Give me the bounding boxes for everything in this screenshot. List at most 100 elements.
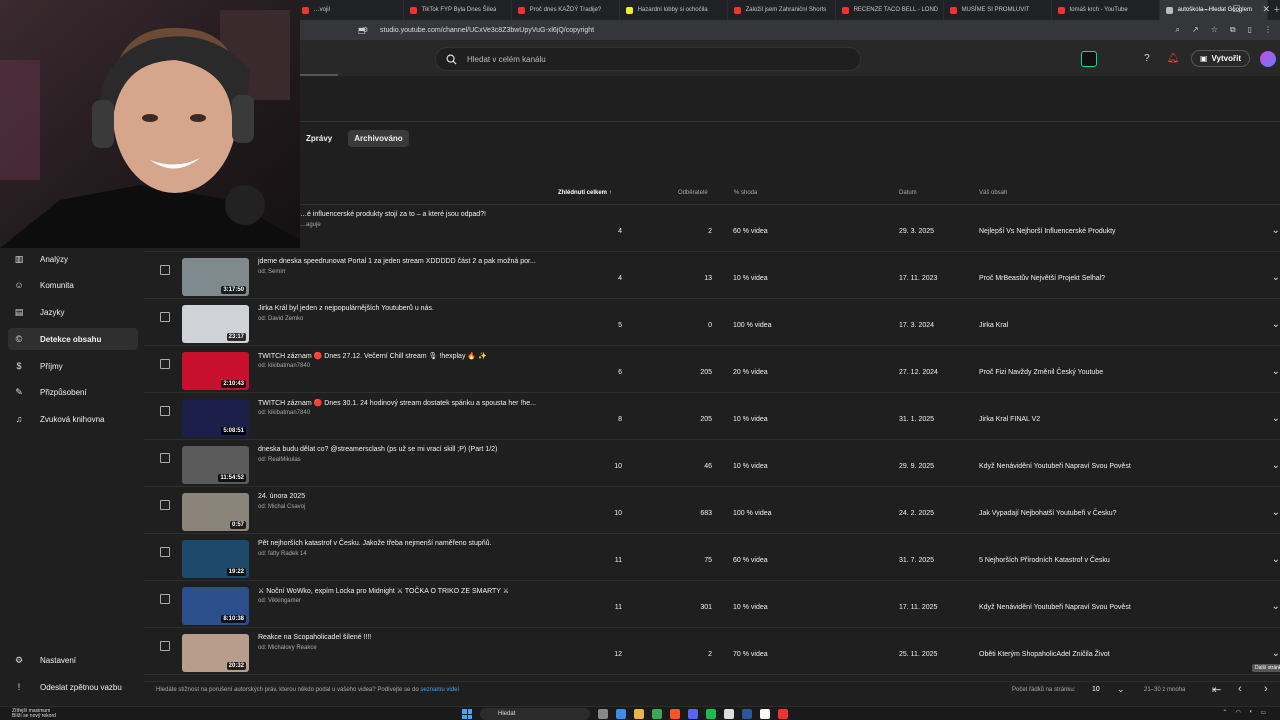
sidebar-item-customization[interactable]: ✎ Přizpůsobení [8, 381, 138, 403]
video-title[interactable]: jdeme dneska speedrunovat Portal 1 za je… [258, 258, 536, 265]
table-row[interactable]: 11:54:52 dneska budu dělat co? @streamers… [144, 440, 1280, 487]
video-title[interactable]: TWITCH záznam 🔴 Dnes 27.12. Večerní Chil… [258, 352, 487, 360]
table-row[interactable]: 23:17 Jirka Král byl jeden z nejpopulárně… [144, 299, 1280, 346]
notion-icon[interactable] [760, 709, 770, 719]
expand-chevron-icon[interactable]: ⌄ [1272, 648, 1280, 659]
expand-chevron-icon[interactable]: ⌄ [1272, 460, 1280, 471]
next-page-icon[interactable]: › [1264, 683, 1268, 695]
spotify-icon[interactable] [706, 709, 716, 719]
close-icon[interactable]: ✕ [1262, 4, 1270, 15]
browser-tab[interactable]: …vojil [296, 0, 404, 20]
file-explorer-icon[interactable] [634, 709, 644, 719]
browser-tab[interactable]: tomáš krch - YouTube [1052, 0, 1160, 20]
app-icon[interactable] [724, 709, 734, 719]
content-cell[interactable]: Jak Vypadají Nejbohatší Youtubeři v Česk… [979, 510, 1117, 517]
sidebar-item-audio-library[interactable]: ♫ Zvuková knihovna [8, 408, 138, 430]
sidebar-item-settings[interactable]: ⚙ Nastavení [8, 649, 138, 671]
sidebar-item-feedback[interactable]: ! Odeslat zpětnou vazbu [8, 676, 138, 698]
windows-start-icon[interactable] [462, 709, 472, 719]
video-thumbnail[interactable]: 2:10:43 [182, 352, 249, 390]
video-title[interactable]: Jirka Král byl jeden z nejpopulárnějších… [258, 305, 434, 312]
new-tab-button[interactable]: + [1274, 4, 1280, 16]
taskbar-search[interactable]: Hledat [480, 708, 590, 720]
sidebar-item-community[interactable]: ☺ Komunita [8, 274, 138, 296]
expand-chevron-icon[interactable]: ⌄ [1272, 413, 1280, 424]
store-icon[interactable] [652, 709, 662, 719]
table-row[interactable]: 20:32 Reakce na Scopaholicadel šílené !!!… [144, 628, 1280, 675]
video-thumbnail[interactable]: 5:08:51 [182, 399, 249, 437]
tray-chevron-icon[interactable]: ⌃ [1222, 709, 1227, 716]
expand-chevron-icon[interactable]: ⌄ [1272, 366, 1280, 377]
widgets-icon[interactable] [616, 709, 626, 719]
expand-chevron-icon[interactable]: ⌄ [1272, 272, 1280, 283]
video-thumbnail[interactable]: 3:17:50 [182, 258, 249, 296]
video-title[interactable]: 24. února 2025 [258, 493, 305, 500]
star-icon[interactable]: ☆ [1211, 25, 1218, 35]
content-cell[interactable]: Jirka Kral FINAL V2 [979, 416, 1040, 423]
content-cell[interactable]: Když Nenávidění Youtubeři Napraví Svou P… [979, 604, 1131, 611]
browser-tab[interactable]: MUSÍME SI PROMLUVIT [944, 0, 1052, 20]
wifi-icon[interactable]: ◠ [1235, 709, 1240, 716]
row-checkbox[interactable] [160, 453, 170, 463]
create-button[interactable]: ▣ Vytvořit [1190, 50, 1250, 67]
expand-chevron-icon[interactable]: ⌄ [1272, 319, 1280, 330]
share-icon[interactable]: ↗ [1192, 25, 1199, 35]
volume-icon[interactable]: ◖ [1249, 709, 1253, 716]
row-checkbox[interactable] [160, 594, 170, 604]
content-cell[interactable]: Oběti Kterým ShopaholicAdel Zničila Živo… [979, 651, 1110, 658]
video-thumbnail[interactable]: 23:17 [182, 305, 249, 343]
menu-icon[interactable]: ⋮ [1264, 25, 1272, 35]
video-thumbnail[interactable]: 11:54:52 [182, 446, 249, 484]
table-row[interactable]: 2:10:43 TWITCH záznam 🔴 Dnes 27.12. Večer… [144, 346, 1280, 393]
row-checkbox[interactable] [160, 265, 170, 275]
zoom-icon[interactable]: ⌕ [1176, 25, 1180, 35]
first-page-icon[interactable]: ⇤ [1212, 683, 1221, 696]
browser-tab[interactable]: Proč dnes KAŽDÝ Tradije? [512, 0, 620, 20]
site-info-icon[interactable]: ⚙ [362, 26, 368, 34]
content-cell[interactable]: Proč Fizi Navždy Změnil Český Youtube [979, 369, 1103, 376]
content-cell[interactable]: 5 Nejhorších Přírodních Katastrof v Česk… [979, 557, 1110, 564]
sidebar-item-analytics[interactable]: ▥ Analýzy [8, 248, 138, 270]
table-row[interactable]: …é influencerské produkty stojí za to – … [144, 205, 1280, 252]
column-header-date[interactable]: Datum [899, 190, 917, 196]
expand-chevron-icon[interactable]: ⌄ [1272, 225, 1280, 236]
video-thumbnail[interactable]: 0:57 [182, 493, 249, 531]
video-title[interactable]: Pět nejhorších katastrof v Česku. Jakože… [258, 540, 491, 547]
table-row[interactable]: 5:08:51 TWITCH záznam 🔴 Dnes 30.1. 24 hod… [144, 393, 1280, 440]
content-cell[interactable]: Nejlepší Vs Nejhorší Influencerské Produ… [979, 228, 1116, 235]
search-input[interactable]: Hledat v celém kanálu [435, 47, 861, 71]
row-checkbox[interactable] [160, 641, 170, 651]
column-header-subs[interactable]: Odběratelé [678, 190, 708, 196]
content-cell[interactable]: Jirka Kral [979, 322, 1008, 329]
chip-archived[interactable]: Archivováno [348, 130, 409, 147]
browser-tab[interactable]: Založil jsem Zahraniční Shorts [728, 0, 836, 20]
video-thumbnail[interactable]: 20:32 [182, 634, 249, 672]
battery-icon[interactable]: ▭ [1260, 709, 1266, 716]
table-row[interactable]: 8:10:38 ⚔ Noční WoWko, expím Locka pro Mi… [144, 581, 1280, 628]
video-title[interactable]: ⚔ Noční WoWko, expím Locka pro Midnight … [258, 587, 509, 595]
browser-tab[interactable]: TikTok FYP Byla Dnes Šíleá [404, 0, 512, 20]
content-cell[interactable]: Proč MrBeastův Největší Projekt Selhal? [979, 275, 1105, 282]
recording-icon[interactable] [778, 709, 788, 719]
word-icon[interactable] [742, 709, 752, 719]
url-text[interactable]: studio.youtube.com/channel/UCxVe3c8Z3bwU… [380, 27, 594, 34]
video-thumbnail[interactable]: 8:10:38 [182, 587, 249, 625]
row-checkbox[interactable] [160, 406, 170, 416]
expand-chevron-icon[interactable]: ⌄ [1272, 554, 1280, 565]
sidebar-item-subtitles[interactable]: ▤ Jazyky [8, 301, 138, 323]
rows-per-page-select[interactable]: 10 [1092, 686, 1100, 693]
weather-widget[interactable]: Zítřejší maximum Blíží se nový rekord [12, 709, 56, 719]
table-row[interactable]: 0:57 24. února 2025 od: Michal Csavoj 10 683… [144, 487, 1280, 534]
expand-chevron-icon[interactable]: ⌄ [1272, 507, 1280, 518]
help-icon[interactable]: ? [1139, 51, 1155, 67]
video-title[interactable]: TWITCH záznam 🔴 Dnes 30.1. 24 hodinový s… [258, 399, 536, 407]
channel-logo-icon[interactable] [1080, 50, 1097, 67]
video-thumbnail[interactable]: 19:22 [182, 540, 249, 578]
task-view-icon[interactable] [598, 709, 608, 719]
expand-chevron-icon[interactable]: ⌄ [1272, 601, 1280, 612]
brave-icon[interactable] [670, 709, 680, 719]
maximize-icon[interactable]: ☐ [1232, 4, 1240, 15]
row-checkbox[interactable] [160, 312, 170, 322]
table-row[interactable]: 19:22 Pět nejhorších katastrof v Česku. J… [144, 534, 1280, 581]
column-header-match[interactable]: % shoda [734, 190, 757, 196]
